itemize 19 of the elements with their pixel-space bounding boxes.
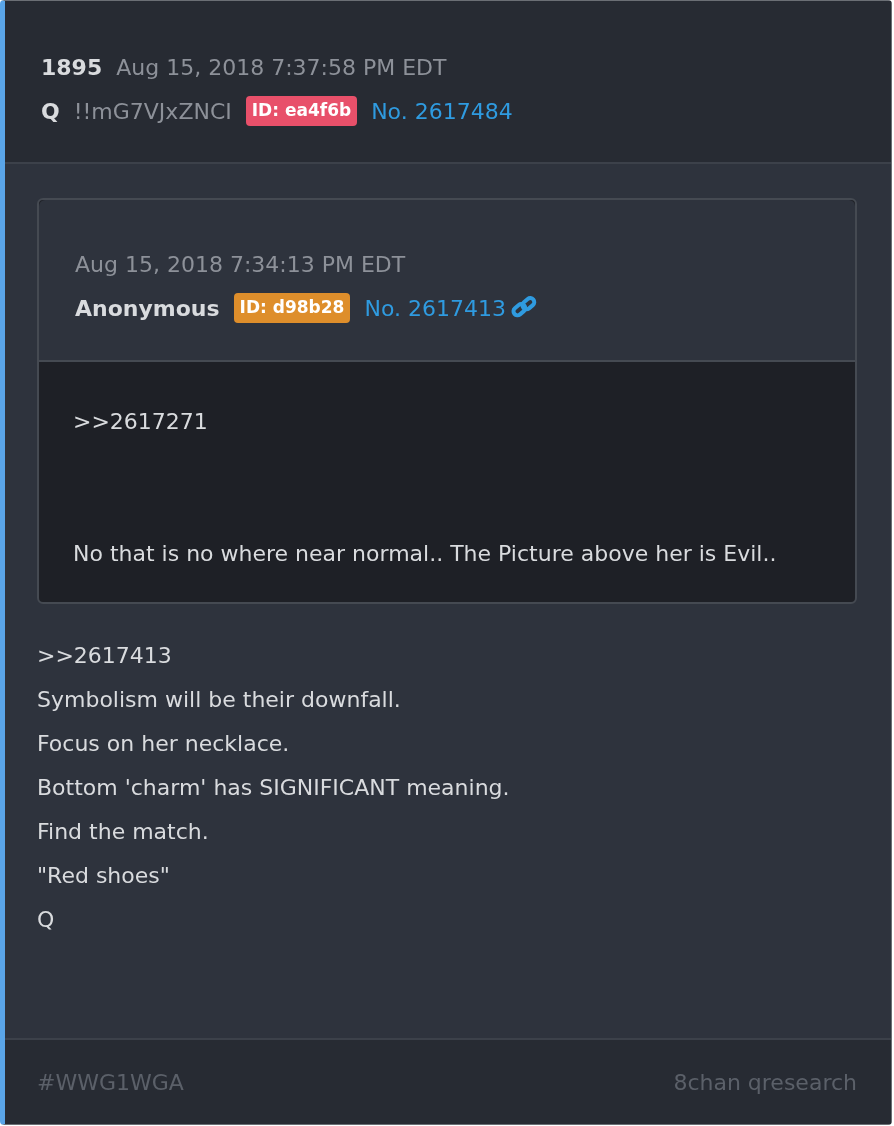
author-name: Anonymous xyxy=(75,294,220,323)
post-date: Aug 15, 2018 7:37:58 PM EDT xyxy=(116,53,447,82)
post-link[interactable]: No. 2617484 xyxy=(371,94,513,128)
post-text: Q xyxy=(37,907,55,932)
post-link[interactable]: No. 2617413 xyxy=(364,291,506,325)
post-text: Focus on her necklace. xyxy=(37,731,290,756)
id-badge: ID: d98b28 xyxy=(233,293,351,323)
post-text: "Red shoes" xyxy=(37,863,170,888)
tripcode: !!mG7VJxZNCI xyxy=(73,97,232,126)
post-text: >>2617271 xyxy=(73,408,209,436)
post-number: 1895 xyxy=(41,53,103,82)
post-text: Symbolism will be their downfall. xyxy=(37,687,401,712)
author-name: Q xyxy=(41,97,60,126)
post-text: Find the match. xyxy=(37,819,209,844)
post-text: No that is no where near normal.. The Picture above her is Evil.. xyxy=(73,540,778,568)
post-text: >>2617413 xyxy=(37,643,172,668)
post-text: Bottom 'charm' has SIGNIFICANT meaning. xyxy=(37,775,510,800)
post-date: Aug 15, 2018 7:34:13 PM EDT xyxy=(75,250,406,279)
id-badge: ID: ea4f6b xyxy=(245,96,358,126)
